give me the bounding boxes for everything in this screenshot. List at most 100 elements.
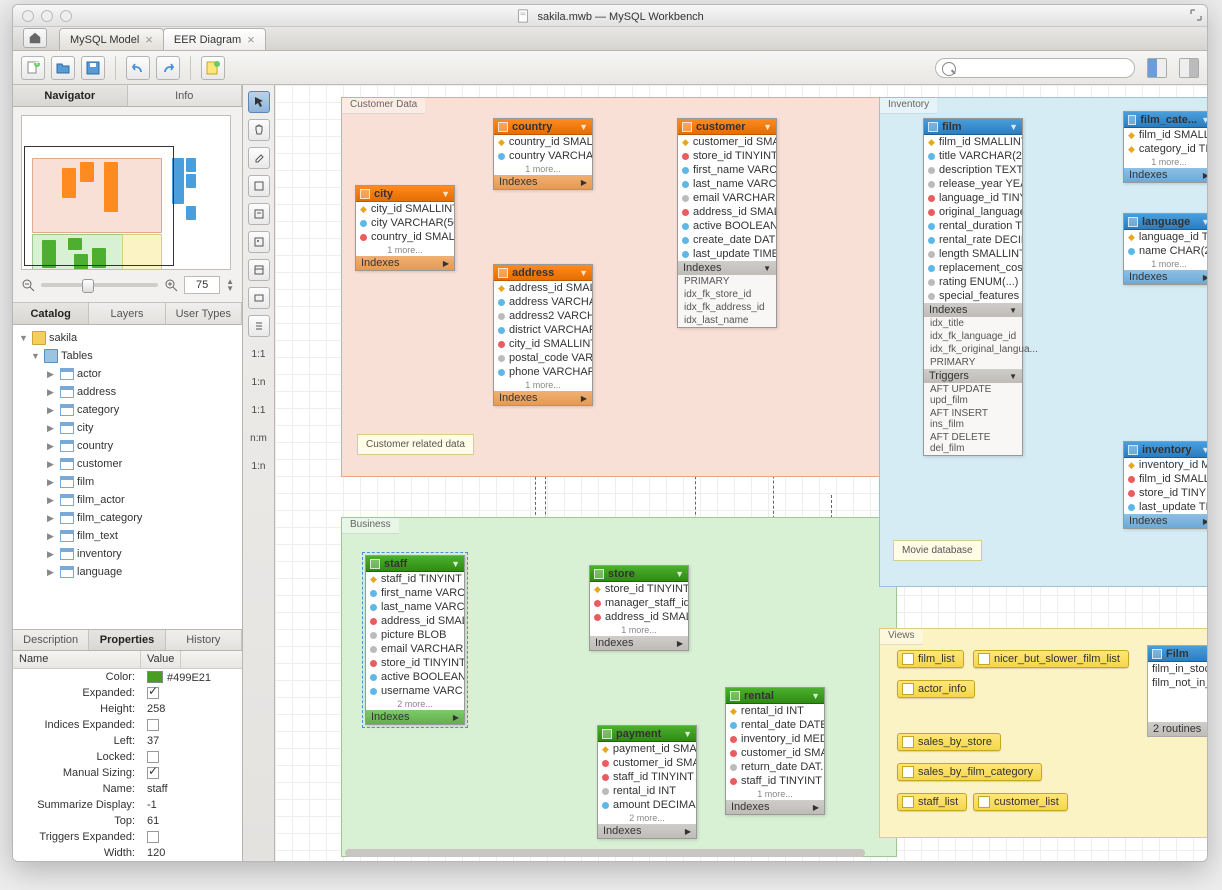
- zoom-value[interactable]: 75: [184, 276, 220, 294]
- property-row[interactable]: Indices Expanded:: [13, 717, 242, 733]
- home-button[interactable]: [23, 28, 47, 48]
- property-row[interactable]: Height:258: [13, 701, 242, 717]
- property-row[interactable]: Summarize Display:-1: [13, 797, 242, 813]
- routines-group[interactable]: Film film_in_stock film_not_in_stock 2 r…: [1147, 645, 1207, 737]
- triggers-section[interactable]: Triggers▼: [924, 369, 1022, 383]
- overview-canvas[interactable]: [21, 115, 231, 270]
- tree-table[interactable]: ▶inventory: [13, 545, 242, 563]
- entity-header[interactable]: staff▼: [366, 556, 464, 572]
- indexes-section[interactable]: Indexes▶: [598, 824, 696, 838]
- indexes-section[interactable]: Indexes▼: [924, 303, 1022, 317]
- catalog-tab-layers[interactable]: Layers: [89, 303, 165, 324]
- entity-film[interactable]: film▼◆film_id SMALLINTtitle VARCHAR(255)…: [923, 118, 1023, 456]
- tree-table[interactable]: ▶address: [13, 383, 242, 401]
- zoom-slider[interactable]: [41, 283, 158, 287]
- open-file-button[interactable]: [51, 56, 75, 80]
- view-chip[interactable]: sales_by_film_category: [897, 763, 1042, 781]
- indexes-section[interactable]: Indexes▶: [1124, 270, 1207, 284]
- property-row[interactable]: Width:120: [13, 845, 242, 861]
- entity-header[interactable]: country▼: [494, 119, 592, 135]
- note-inventory[interactable]: Movie database: [893, 540, 982, 561]
- tab-mysql-model[interactable]: MySQL Model×: [59, 28, 164, 50]
- catalog-tree[interactable]: ▼sakila ▼Tables ▶actor▶address▶category▶…: [13, 325, 242, 629]
- redo-button[interactable]: [156, 56, 180, 80]
- close-icon[interactable]: ×: [247, 32, 255, 47]
- entity-header[interactable]: language▼: [1124, 214, 1207, 230]
- tool-table[interactable]: [248, 259, 270, 281]
- tool-rel-1-1-ni[interactable]: 1:1: [245, 343, 273, 365]
- view-chip[interactable]: customer_list: [973, 793, 1068, 811]
- tool-pointer[interactable]: [248, 91, 270, 113]
- entity-staff[interactable]: staff▼◆staff_id TINYINTfirst_name VARC..…: [365, 555, 465, 725]
- entity-customer[interactable]: customer▼◆customer_id SMAL...store_id TI…: [677, 118, 777, 328]
- tool-routine[interactable]: [248, 315, 270, 337]
- sidebar-tab-navigator[interactable]: Navigator: [13, 85, 128, 106]
- zoom-out-icon[interactable]: [21, 278, 35, 292]
- indexes-section[interactable]: Indexes▶: [494, 391, 592, 405]
- tree-tables-folder[interactable]: ▼Tables: [13, 347, 242, 365]
- view-chip[interactable]: sales_by_store: [897, 733, 1001, 751]
- entity-rental[interactable]: rental▼◆rental_id INTrental_date DATE...…: [725, 687, 825, 815]
- indexes-section[interactable]: Indexes▼: [678, 261, 776, 275]
- property-row[interactable]: Triggers Expanded:: [13, 829, 242, 845]
- sidebar-tab-info[interactable]: Info: [128, 85, 243, 106]
- entity-header[interactable]: film▼: [924, 119, 1022, 135]
- entity-header[interactable]: address▼: [494, 265, 592, 281]
- tree-table[interactable]: ▶country: [13, 437, 242, 455]
- save-button[interactable]: [81, 56, 105, 80]
- tool-rel-1-n-ni[interactable]: 1:n: [245, 371, 273, 393]
- tree-table[interactable]: ▶city: [13, 419, 242, 437]
- new-object-button[interactable]: [201, 56, 225, 80]
- entity-header[interactable]: customer▼: [678, 119, 776, 135]
- tool-note[interactable]: [248, 203, 270, 225]
- entity-inventory[interactable]: inventory▼◆inventory_id MED...film_id SM…: [1123, 441, 1207, 529]
- indexes-section[interactable]: Indexes▶: [1124, 514, 1207, 528]
- property-row[interactable]: Left:37: [13, 733, 242, 749]
- close-icon[interactable]: ×: [145, 32, 153, 47]
- view-chip[interactable]: nicer_but_slower_film_list: [973, 650, 1129, 668]
- indexes-section[interactable]: Indexes▶: [590, 636, 688, 650]
- tab-eer-diagram[interactable]: EER Diagram×: [163, 28, 266, 50]
- entity-country[interactable]: country▼◆country_id SMALLINTcountry VARC…: [493, 118, 593, 190]
- property-row[interactable]: Color:#499E21: [13, 669, 242, 685]
- indexes-section[interactable]: Indexes▶: [356, 256, 454, 270]
- search-input[interactable]: [935, 58, 1135, 78]
- entity-header[interactable]: film_cate...▼: [1124, 112, 1207, 128]
- prop-tab-properties[interactable]: Properties: [89, 630, 165, 650]
- indexes-section[interactable]: Indexes▶: [726, 800, 824, 814]
- property-row[interactable]: Name:staff: [13, 781, 242, 797]
- indexes-section[interactable]: Indexes▶: [494, 175, 592, 189]
- sidebar-toggle-left[interactable]: [1147, 58, 1167, 78]
- tree-table[interactable]: ▶language: [13, 563, 242, 581]
- tree-table[interactable]: ▶film_actor: [13, 491, 242, 509]
- zoom-stepper-icon[interactable]: ▲▼: [226, 278, 234, 292]
- sidebar-toggle-right[interactable]: [1179, 58, 1199, 78]
- horizontal-scrollbar[interactable]: [345, 849, 865, 857]
- entity-city[interactable]: city▼◆city_id SMALLINTcity VARCHAR(50)co…: [355, 185, 455, 271]
- tree-table[interactable]: ▶film_text: [13, 527, 242, 545]
- entity-store[interactable]: store▼◆store_id TINYINTmanager_staff_id.…: [589, 565, 689, 651]
- indexes-section[interactable]: Indexes▶: [1124, 168, 1207, 182]
- tool-image[interactable]: [248, 231, 270, 253]
- entity-header[interactable]: payment▼: [598, 726, 696, 742]
- view-chip[interactable]: actor_info: [897, 680, 975, 698]
- undo-button[interactable]: [126, 56, 150, 80]
- catalog-tab-catalog[interactable]: Catalog: [13, 303, 89, 324]
- property-row[interactable]: Top:61: [13, 813, 242, 829]
- tool-view[interactable]: [248, 287, 270, 309]
- tool-rel-1-1[interactable]: 1:1: [245, 399, 273, 421]
- view-chip[interactable]: staff_list: [897, 793, 967, 811]
- zoom-in-icon[interactable]: [164, 278, 178, 292]
- indexes-section[interactable]: Indexes▶: [366, 710, 464, 724]
- view-chip[interactable]: film_list: [897, 650, 964, 668]
- tool-layer[interactable]: [248, 175, 270, 197]
- entity-header[interactable]: city▼: [356, 186, 454, 202]
- property-row[interactable]: Locked:: [13, 749, 242, 765]
- prop-tab-history[interactable]: History: [166, 630, 242, 650]
- tree-table[interactable]: ▶actor: [13, 365, 242, 383]
- entity-header[interactable]: inventory▼: [1124, 442, 1207, 458]
- entity-address[interactable]: address▼◆address_id SMALLI...address VAR…: [493, 264, 593, 406]
- entity-payment[interactable]: payment▼◆payment_id SMA...customer_id SM…: [597, 725, 697, 839]
- tool-hand[interactable]: [248, 119, 270, 141]
- tree-table[interactable]: ▶category: [13, 401, 242, 419]
